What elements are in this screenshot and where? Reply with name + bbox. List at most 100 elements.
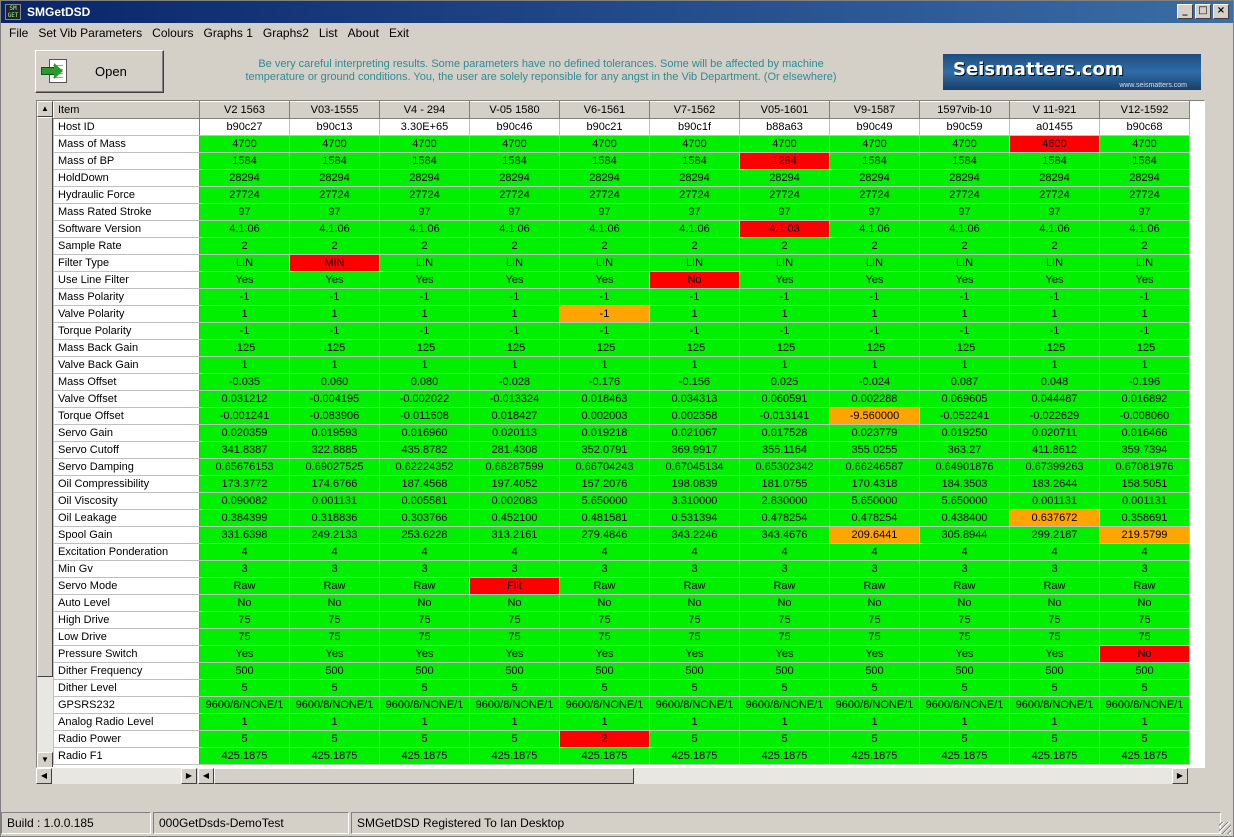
- grid-cell[interactable]: 28294: [379, 169, 470, 187]
- grid-cell[interactable]: 3: [739, 560, 830, 578]
- grid-cell[interactable]: 1: [829, 305, 920, 323]
- grid-cell[interactable]: -1: [469, 288, 560, 306]
- grid-cell[interactable]: 5: [559, 679, 650, 697]
- grid-cell[interactable]: 500: [1009, 662, 1100, 680]
- grid-cell[interactable]: 3: [919, 560, 1010, 578]
- grid-cell[interactable]: 0.060: [289, 373, 380, 391]
- grid-cell[interactable]: 28294: [919, 169, 1010, 187]
- row-label[interactable]: Torque Offset: [53, 407, 200, 425]
- grid-cell[interactable]: 0.019218: [559, 424, 650, 442]
- grid-cell[interactable]: Filt: [469, 577, 560, 595]
- grid-cell[interactable]: 425.1875: [289, 747, 380, 765]
- grid-cell[interactable]: 1: [829, 356, 920, 374]
- grid-cell[interactable]: 341.8387: [199, 441, 290, 459]
- grid-cell[interactable]: Raw: [1009, 577, 1100, 595]
- grid-cell[interactable]: 4700: [649, 135, 740, 153]
- grid-cell[interactable]: 425.1875: [919, 747, 1010, 765]
- column-header[interactable]: V 11-921: [1009, 101, 1100, 119]
- grid-cell[interactable]: Raw: [199, 577, 290, 595]
- grid-cell[interactable]: 1: [379, 713, 470, 731]
- grid-cell[interactable]: 157.2076: [559, 475, 650, 493]
- grid-cell[interactable]: 4700: [289, 135, 380, 153]
- grid-cell[interactable]: 75: [1099, 611, 1190, 629]
- grid-cell[interactable]: Yes: [1099, 271, 1190, 289]
- grid-cell[interactable]: 9600/8/NONE/1: [829, 696, 920, 714]
- grid-cell[interactable]: 4: [649, 543, 740, 561]
- grid-cell[interactable]: 2.830000: [739, 492, 830, 510]
- grid-cell[interactable]: Raw: [829, 577, 920, 595]
- grid-cell[interactable]: Raw: [919, 577, 1010, 595]
- grid-cell[interactable]: 0.478254: [829, 509, 920, 527]
- grid-cell[interactable]: 281.4308: [469, 441, 560, 459]
- grid-cell[interactable]: 5: [289, 730, 380, 748]
- grid-cell[interactable]: 299.2187: [1009, 526, 1100, 544]
- grid-cell[interactable]: -0.013324: [469, 390, 560, 408]
- resize-grip[interactable]: [1219, 822, 1231, 834]
- grid-cell[interactable]: 435.8782: [379, 441, 470, 459]
- grid-cell[interactable]: 4600: [1009, 135, 1100, 153]
- row-label[interactable]: HoldDown: [53, 169, 200, 187]
- grid-cell[interactable]: 5.650000: [559, 492, 650, 510]
- row-label[interactable]: Mass Back Gain: [53, 339, 200, 357]
- grid-cell[interactable]: 27724: [469, 186, 560, 204]
- grid-cell[interactable]: 4: [919, 543, 1010, 561]
- row-label[interactable]: Servo Damping: [53, 458, 200, 476]
- grid-cell[interactable]: 9600/8/NONE/1: [289, 696, 380, 714]
- grid-cell[interactable]: 181.0755: [739, 475, 830, 493]
- grid-cell[interactable]: 28294: [199, 169, 290, 187]
- grid-cell[interactable]: 4700: [1099, 135, 1190, 153]
- grid-cell[interactable]: -0.004195: [289, 390, 380, 408]
- grid-cell[interactable]: 75: [289, 628, 380, 646]
- grid-cell[interactable]: 500: [919, 662, 1010, 680]
- grid-cell[interactable]: 500: [649, 662, 740, 680]
- grid-cell[interactable]: Yes: [469, 271, 560, 289]
- grid-cell[interactable]: No: [1099, 645, 1190, 663]
- grid-cell[interactable]: 411.8612: [1009, 441, 1100, 459]
- grid-cell[interactable]: 3: [199, 560, 290, 578]
- grid-cell[interactable]: 183.2644: [1009, 475, 1100, 493]
- grid-cell[interactable]: 0.019593: [289, 424, 380, 442]
- grid-cell[interactable]: 75: [829, 611, 920, 629]
- grid-cell[interactable]: 75: [649, 611, 740, 629]
- grid-cell[interactable]: 5: [739, 730, 830, 748]
- grid-cell[interactable]: 500: [379, 662, 470, 680]
- grid-cell[interactable]: 0.034313: [649, 390, 740, 408]
- close-button[interactable]: ×: [1213, 4, 1229, 19]
- grid-cell[interactable]: 0.358691: [1099, 509, 1190, 527]
- grid-cell[interactable]: 4.1.06: [1009, 220, 1100, 238]
- scroll-up-button[interactable]: ▲: [37, 101, 53, 117]
- grid-cell[interactable]: 0.060591: [739, 390, 830, 408]
- grid-cell[interactable]: -0.011608: [379, 407, 470, 425]
- grid-cell[interactable]: 2: [469, 237, 560, 255]
- grid-cell[interactable]: LIN: [559, 254, 650, 272]
- grid-cell[interactable]: 352.0791: [559, 441, 650, 459]
- grid-cell[interactable]: 1: [649, 713, 740, 731]
- grid-cell[interactable]: 0.018463: [559, 390, 650, 408]
- grid-cell[interactable]: -0.176: [559, 373, 650, 391]
- grid-cell[interactable]: 1: [1099, 305, 1190, 323]
- grid-cell[interactable]: 0.303766: [379, 509, 470, 527]
- grid-cell[interactable]: 1584: [1099, 152, 1190, 170]
- open-button[interactable]: Open: [35, 50, 164, 93]
- grid-cell[interactable]: 28294: [829, 169, 920, 187]
- grid-cell[interactable]: 97: [379, 203, 470, 221]
- grid-cell[interactable]: 2: [649, 237, 740, 255]
- grid-cell[interactable]: 425.1875: [559, 747, 650, 765]
- grid-cell[interactable]: LIN: [1009, 254, 1100, 272]
- grid-cell[interactable]: 0.478254: [739, 509, 830, 527]
- grid-cell[interactable]: 3: [559, 560, 650, 578]
- grid-cell[interactable]: 75: [559, 628, 650, 646]
- row-label[interactable]: Filter Type: [53, 254, 200, 272]
- grid-cell[interactable]: Yes: [199, 645, 290, 663]
- grid-cell[interactable]: 0.016466: [1099, 424, 1190, 442]
- horizontal-scroll-thumb[interactable]: [214, 768, 634, 784]
- menu-colours[interactable]: Colours: [147, 24, 198, 42]
- grid-cell[interactable]: .125: [649, 339, 740, 357]
- grid-cell[interactable]: Yes: [919, 271, 1010, 289]
- grid-cell[interactable]: 158.5051: [1099, 475, 1190, 493]
- grid-cell[interactable]: LIN: [379, 254, 470, 272]
- grid-cell[interactable]: 27724: [199, 186, 290, 204]
- grid-cell[interactable]: 0.080: [379, 373, 470, 391]
- grid-cell[interactable]: 1: [199, 713, 290, 731]
- grid-cell[interactable]: -0.083906: [289, 407, 380, 425]
